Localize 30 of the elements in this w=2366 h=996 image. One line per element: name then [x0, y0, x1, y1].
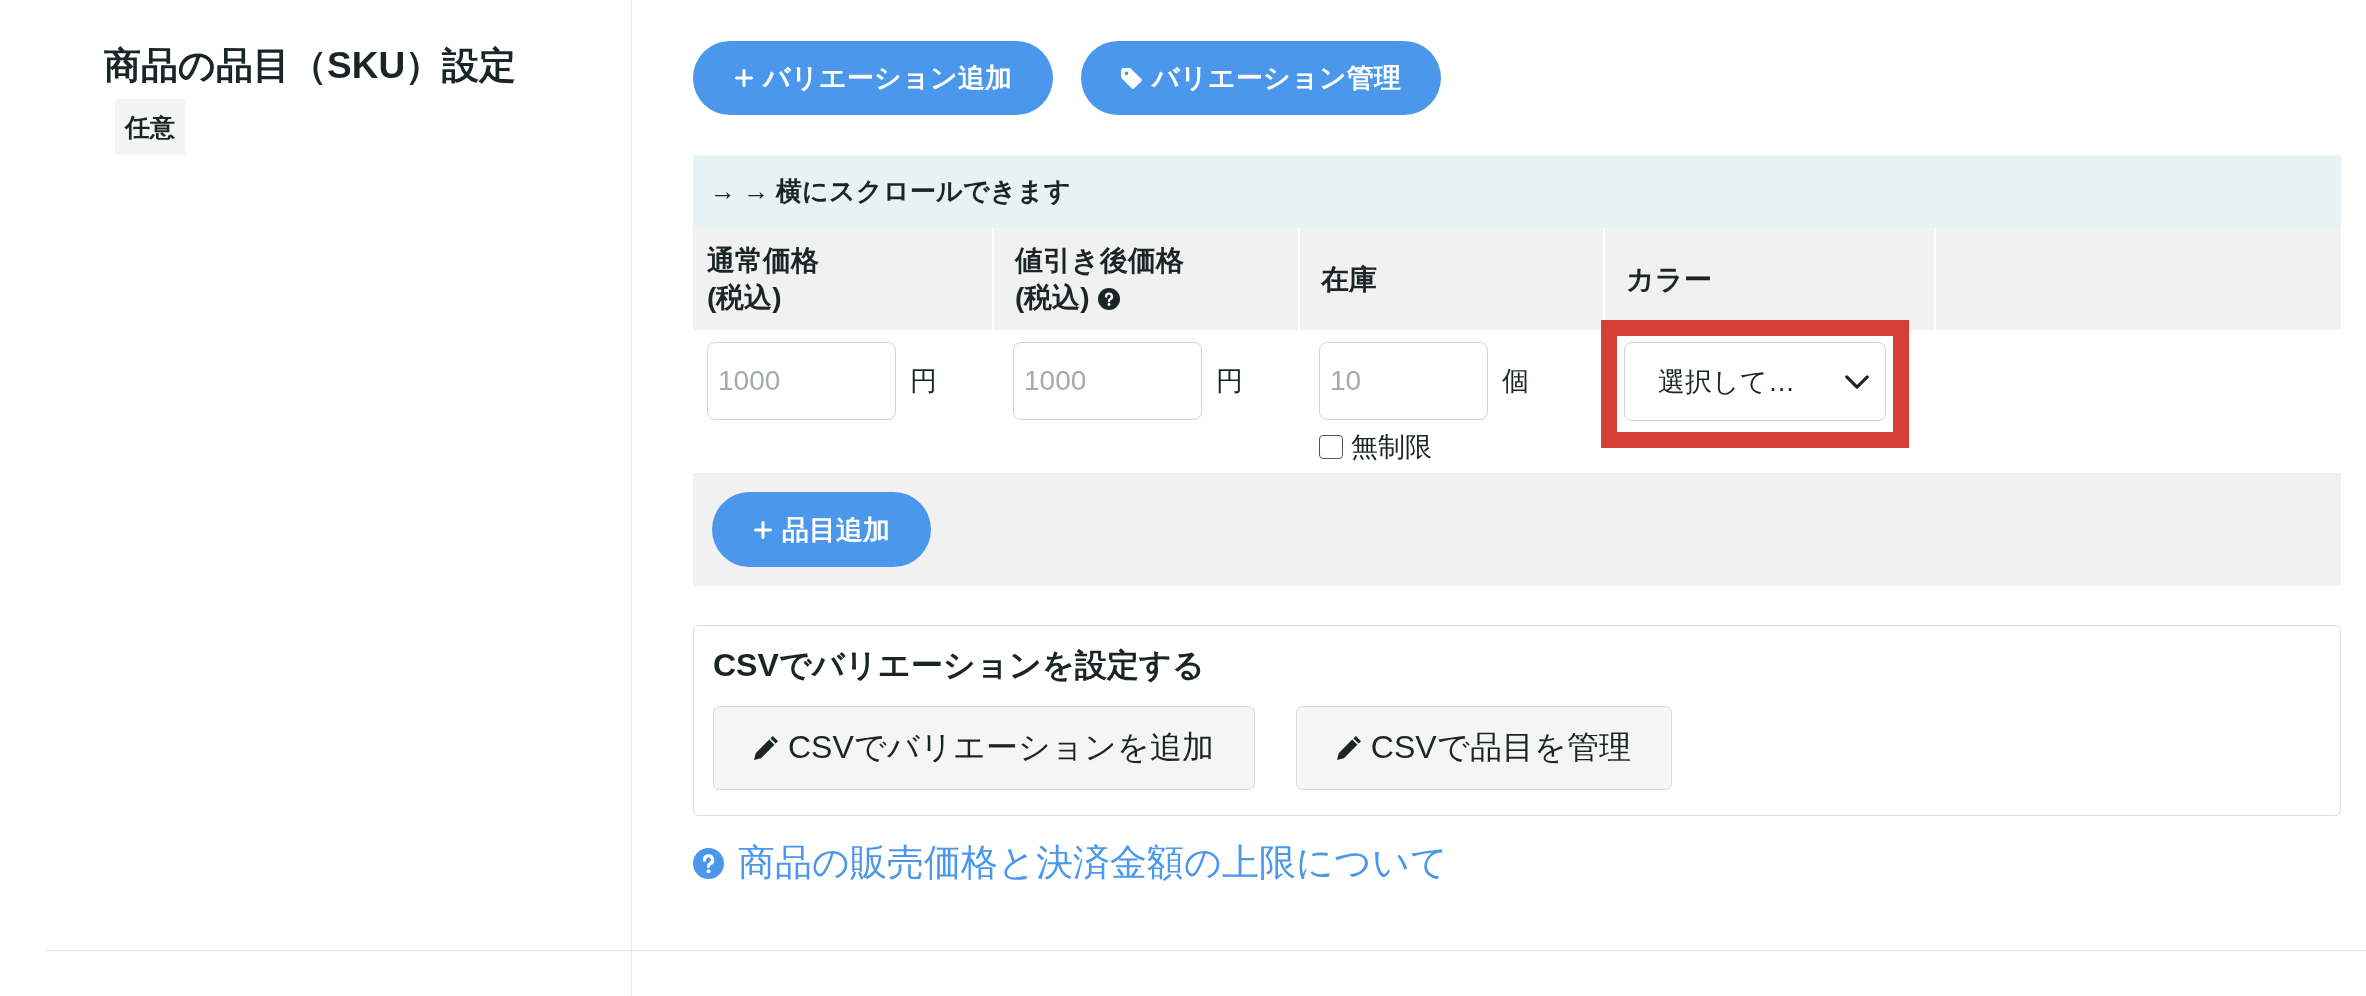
price-input[interactable]: 1000	[1013, 342, 1202, 420]
help-icon	[693, 847, 724, 879]
manage-variations-button[interactable]: バリエーション管理	[1081, 41, 1441, 115]
tag-icon	[1121, 67, 1142, 89]
checkbox-label: 無制限	[1351, 431, 1432, 464]
pencil-icon	[754, 736, 778, 760]
csv-button[interactable]: CSVでバリエーションを追加	[713, 706, 1255, 790]
chevron-down-icon	[1845, 374, 1869, 389]
unit-label: 円	[910, 365, 937, 398]
unit-label: 個	[1502, 365, 1529, 398]
column-header: 通常価格 (税込)	[707, 245, 819, 313]
pencil-icon	[1336, 736, 1361, 760]
scroll-hint-banner: → → 横にスクロールできます	[693, 155, 2341, 228]
section-title: 商品の品目（SKU）設定	[104, 44, 517, 88]
plus-icon	[753, 520, 772, 539]
add-variation-button[interactable]: バリエーション追加	[693, 41, 1053, 115]
help-link[interactable]: 商品の販売価格と決済金額の上限について	[738, 840, 1448, 886]
column-header: カラー	[1626, 263, 1712, 295]
csv-panel-title: CSVでバリエーションを設定する	[713, 646, 1205, 685]
unit-label: 円	[1216, 365, 1243, 398]
stock-input[interactable]: 10	[1319, 342, 1488, 420]
unlimited-checkbox[interactable]	[1319, 435, 1343, 459]
color-select[interactable]: 選択して…	[1624, 342, 1886, 421]
price-input[interactable]: 1000	[707, 342, 896, 420]
column-header: 値引き後価格 (税込)	[1015, 245, 1184, 313]
csv-button[interactable]: CSVで品目を管理	[1295, 706, 1672, 790]
plus-icon	[734, 69, 753, 87]
add-item-button[interactable]: 品目追加	[712, 492, 931, 567]
optional-tag: 任意	[115, 99, 185, 155]
column-header: 在庫	[1321, 263, 1377, 295]
